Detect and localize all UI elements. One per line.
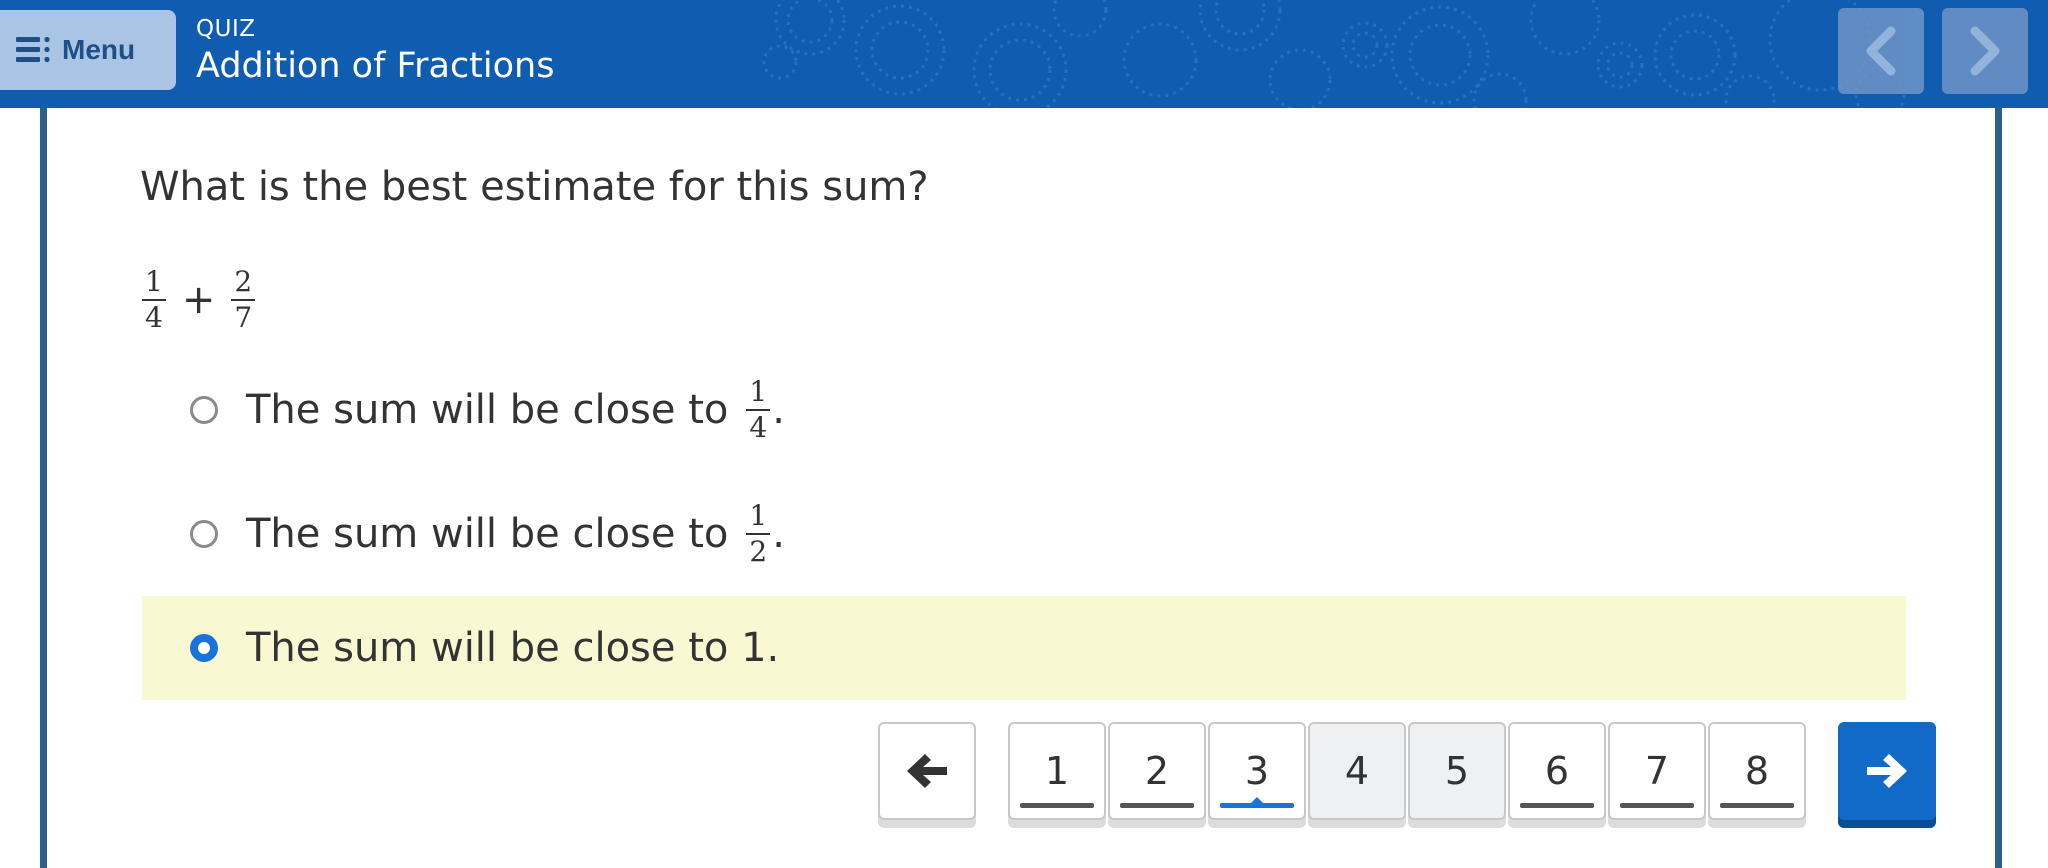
chevron-right-icon — [1970, 26, 2000, 76]
page-number-label: 3 — [1244, 749, 1270, 793]
menu-list-icon — [16, 36, 52, 64]
answer-option-prefix: The sum will be close to — [246, 387, 729, 433]
quiz-header: Menu QUIZ Addition of Fractions — [0, 0, 2048, 108]
section-label: QUIZ — [196, 16, 256, 42]
page-number-button[interactable]: 1 — [1008, 722, 1106, 820]
fraction-a-numerator: 1 — [142, 268, 166, 301]
answer-fraction-numerator: 1 — [746, 502, 771, 535]
page-title: Addition of Fractions — [196, 46, 555, 86]
page-number-button[interactable]: 7 — [1608, 722, 1706, 820]
answered-indicator — [1520, 803, 1594, 808]
current-page-indicator — [1250, 797, 1264, 804]
answer-fraction-numerator: 1 — [746, 378, 771, 411]
answer-fraction-denominator: 2 — [749, 535, 768, 568]
answered-indicator — [1120, 803, 1194, 808]
next-page-button[interactable] — [1942, 8, 2028, 94]
fraction-a-denominator: 4 — [145, 301, 163, 334]
answered-indicator — [1720, 803, 1794, 808]
answer-option-prefix: The sum will be close to — [246, 511, 729, 557]
answer-option-text: The sum will be close to 1 2 . — [246, 502, 785, 566]
chevron-left-icon — [1866, 26, 1896, 76]
page-number-button[interactable]: 5 — [1408, 722, 1506, 820]
page-number-label: 4 — [1344, 749, 1370, 793]
radio-button[interactable] — [190, 396, 218, 424]
arrow-right-icon — [1867, 754, 1907, 788]
plus-operator: + — [181, 277, 216, 323]
page-number-label: 5 — [1444, 749, 1470, 793]
fraction-b-numerator: 2 — [231, 268, 256, 301]
question-text: What is the best estimate for this sum? — [140, 164, 929, 210]
math-expression: 1 4 + 2 7 — [140, 268, 257, 332]
answer-fraction-denominator: 4 — [749, 411, 768, 444]
next-question-button[interactable] — [1838, 722, 1936, 820]
radio-button-selected[interactable] — [190, 634, 218, 662]
answer-option-suffix: . — [772, 387, 785, 433]
arrow-left-icon — [907, 754, 947, 788]
answer-option-text: The sum will be close to 1. — [246, 625, 780, 671]
page-number-button[interactable]: 2 — [1108, 722, 1206, 820]
page-number-button[interactable]: 8 — [1708, 722, 1806, 820]
page-number-label: 8 — [1744, 749, 1770, 793]
fraction-b: 2 7 — [231, 268, 256, 334]
answer-option-suffix: . — [772, 511, 785, 557]
page-number-label: 6 — [1544, 749, 1570, 793]
menu-button[interactable]: Menu — [0, 10, 176, 90]
previous-page-button[interactable] — [1838, 8, 1924, 94]
previous-question-button[interactable] — [878, 722, 976, 820]
answered-indicator — [1020, 803, 1094, 808]
answered-indicator — [1620, 803, 1694, 808]
page-number-label: 1 — [1044, 749, 1070, 793]
answer-option-3[interactable]: The sum will be close to 1. — [142, 596, 1906, 700]
radio-button[interactable] — [190, 520, 218, 548]
page-number-label: 7 — [1644, 749, 1670, 793]
answer-option-text: The sum will be close to 1 4 . — [246, 378, 785, 442]
page-number-button[interactable]: 4 — [1308, 722, 1406, 820]
menu-label: Menu — [62, 34, 136, 65]
answer-fraction: 1 4 — [746, 378, 771, 444]
page-number-button[interactable]: 3 — [1208, 722, 1306, 820]
page-number-button[interactable]: 6 — [1508, 722, 1606, 820]
fraction-b-denominator: 7 — [234, 301, 253, 334]
page-number-label: 2 — [1144, 749, 1170, 793]
fraction-a: 1 4 — [142, 268, 166, 332]
answer-fraction: 1 2 — [746, 502, 771, 568]
answer-option-2[interactable]: The sum will be close to 1 2 . — [142, 500, 1906, 568]
answer-option-1[interactable]: The sum will be close to 1 4 . — [142, 376, 1906, 444]
